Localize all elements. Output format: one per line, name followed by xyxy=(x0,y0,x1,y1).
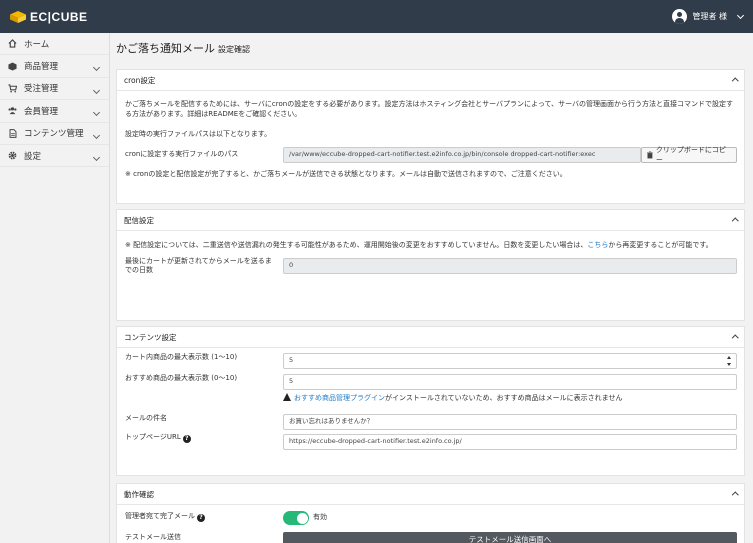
sidebar-item-settings[interactable]: 設定 xyxy=(0,145,109,168)
page-title: かご落ち通知メール 設定確認 xyxy=(116,40,250,56)
warning-icon xyxy=(283,393,291,401)
copy-to-clipboard-button[interactable]: クリップボードにコピー xyxy=(641,145,737,164)
card-header[interactable]: コンテンツ設定 xyxy=(117,327,744,348)
plugin-warning: おすすめ商品管理プラグインがインストールされていないため、おすすめ商品はメールに… xyxy=(283,393,622,403)
card-title: 配信設定 xyxy=(124,215,154,225)
chevron-up-icon[interactable] xyxy=(731,78,738,85)
user-name: 管理者 様 xyxy=(692,12,727,21)
content-settings-card: コンテンツ設定 カート内商品の最大表示数 (1〜10) 5 おすすめ商品の最大表… xyxy=(116,326,745,476)
test-mail-button[interactable]: テストメール送信画面へ xyxy=(283,532,737,543)
cron-note: ※ cronの設定と配信設定が完了すると、かご落ちメールが送信できる状態となりま… xyxy=(125,170,567,178)
help-icon[interactable]: ? xyxy=(182,435,191,444)
logo[interactable]: EC|CUBE xyxy=(10,10,88,24)
cron-settings-card: cron設定 かご落ちメールを配信するためには、サーバにcronの設定をする必要… xyxy=(116,69,745,204)
admin-mail-toggle[interactable] xyxy=(283,511,309,525)
days-field[interactable]: 0 xyxy=(283,258,737,274)
chevron-down-icon xyxy=(736,11,745,19)
sidebar-item-label: ホーム xyxy=(24,39,50,50)
gear-icon xyxy=(8,151,17,160)
delivery-note: ※ 配信設定については、二重送信や送信漏れの発生する可能性があるため、運用開始後… xyxy=(125,240,739,250)
copy-button-label: クリップボードにコピー xyxy=(655,145,726,164)
chevron-down-icon xyxy=(92,153,101,163)
card-header[interactable]: 配信設定 xyxy=(117,210,744,231)
card-title: 動作確認 xyxy=(124,489,154,499)
delivery-note-text: ※ 配信設定については、二重送信や送信漏れの発生する可能性があるため、運用開始後… xyxy=(125,241,588,249)
chevron-down-icon xyxy=(92,131,101,141)
cron-path-label: cronに設定する実行ファイルのパス xyxy=(125,150,239,158)
rec-max-label: おすすめ商品の最大表示数 (0〜10) xyxy=(125,374,238,382)
page-subtitle: 設定確認 xyxy=(218,45,250,54)
delivery-note-suffix: から再変更することが可能です。 xyxy=(608,241,713,249)
sidebar-item-label: 設定 xyxy=(24,151,42,162)
sidebar-item-label: 会員管理 xyxy=(24,106,59,117)
logo-text: EC|CUBE xyxy=(30,9,88,24)
sidebar-item-home[interactable]: ホーム xyxy=(0,33,109,56)
file-icon xyxy=(8,128,17,138)
toggle-state-label: 有効 xyxy=(313,513,327,521)
card-title: コンテンツ設定 xyxy=(124,332,177,342)
days-label: 最後にカートが更新されてからメールを送るまでの日数 xyxy=(125,257,272,275)
cron-path-hint: 設定時の実行ファイルパスは以下となります。 xyxy=(125,130,272,138)
sidebar-item-members[interactable]: 会員管理 xyxy=(0,100,109,123)
subject-input[interactable]: お買い忘れはありませんか？ xyxy=(283,414,737,430)
chevron-up-icon[interactable] xyxy=(731,218,738,225)
cart-icon xyxy=(8,84,17,93)
delivery-settings-card: 配信設定 ※ 配信設定については、二重送信や送信漏れの発生する可能性があるため、… xyxy=(116,209,745,321)
top-url-input[interactable]: https://eccube-dropped-cart-notifier.tes… xyxy=(283,434,737,450)
sidebar: ホーム 商品管理 受注管理 会員管理 コンテンツ管理 設定 xyxy=(0,33,110,543)
top-url-label-text: トップページURL xyxy=(125,433,181,441)
sidebar-item-label: コンテンツ管理 xyxy=(24,129,84,140)
sidebar-item-label: 商品管理 xyxy=(24,62,59,73)
clipboard-icon xyxy=(647,151,653,159)
chevron-down-icon xyxy=(92,108,101,118)
chevron-down-icon xyxy=(92,86,101,96)
home-icon xyxy=(8,39,17,48)
cart-max-value: 5 xyxy=(289,356,294,365)
cube-icon xyxy=(8,62,17,71)
warning-text: がインストールされていないため、おすすめ商品はメールに表示されません xyxy=(385,394,623,402)
cart-max-label: カート内商品の最大表示数 (1〜10) xyxy=(125,353,238,361)
top-bar: EC|CUBE 管理者 様 xyxy=(0,0,753,33)
sidebar-item-products[interactable]: 商品管理 xyxy=(0,55,109,78)
sidebar-item-orders[interactable]: 受注管理 xyxy=(0,78,109,101)
delivery-change-link[interactable]: こちら xyxy=(587,241,608,249)
card-header[interactable]: cron設定 xyxy=(117,70,744,91)
cube-logo-icon xyxy=(10,10,26,23)
admin-mail-label-text: 管理者宛て完了メール xyxy=(125,512,195,520)
chevron-up-icon[interactable] xyxy=(731,492,738,499)
help-icon[interactable]: ? xyxy=(197,514,205,523)
users-icon xyxy=(8,106,17,115)
operation-check-card: 動作確認 管理者宛て完了メール? 有効 テストメール送信 テストメール送信画面へ xyxy=(116,483,745,543)
stepper-arrows-icon[interactable] xyxy=(727,356,732,366)
page-title-text: かご落ち通知メール xyxy=(116,42,215,55)
sidebar-item-label: 受注管理 xyxy=(24,84,59,95)
cron-path-field[interactable]: /var/www/eccube-dropped-cart-notifier.te… xyxy=(283,147,641,163)
user-icon xyxy=(672,9,688,24)
test-mail-label: テストメール送信 xyxy=(125,533,181,541)
sidebar-item-contents[interactable]: コンテンツ管理 xyxy=(0,123,109,145)
main-content: かご落ち通知メール 設定確認 cron設定 かご落ちメールを配信するためには、サー… xyxy=(110,33,753,543)
user-menu[interactable]: 管理者 様 xyxy=(672,9,745,24)
chevron-up-icon[interactable] xyxy=(731,335,738,342)
chevron-down-icon xyxy=(92,63,101,73)
admin-mail-label: 管理者宛て完了メール? xyxy=(125,512,205,523)
cron-description: かご落ちメールを配信するためには、サーバにcronの設定をする必要があります。設… xyxy=(125,100,734,119)
recommend-plugin-link[interactable]: おすすめ商品管理プラグイン xyxy=(294,394,385,402)
card-header[interactable]: 動作確認 xyxy=(117,484,744,505)
cart-max-stepper[interactable]: 5 xyxy=(283,353,737,369)
subject-label: メールの件名 xyxy=(125,414,167,422)
rec-max-input[interactable]: 5 xyxy=(283,374,737,390)
card-title: cron設定 xyxy=(124,75,156,85)
top-url-label: トップページURL? xyxy=(125,433,191,444)
